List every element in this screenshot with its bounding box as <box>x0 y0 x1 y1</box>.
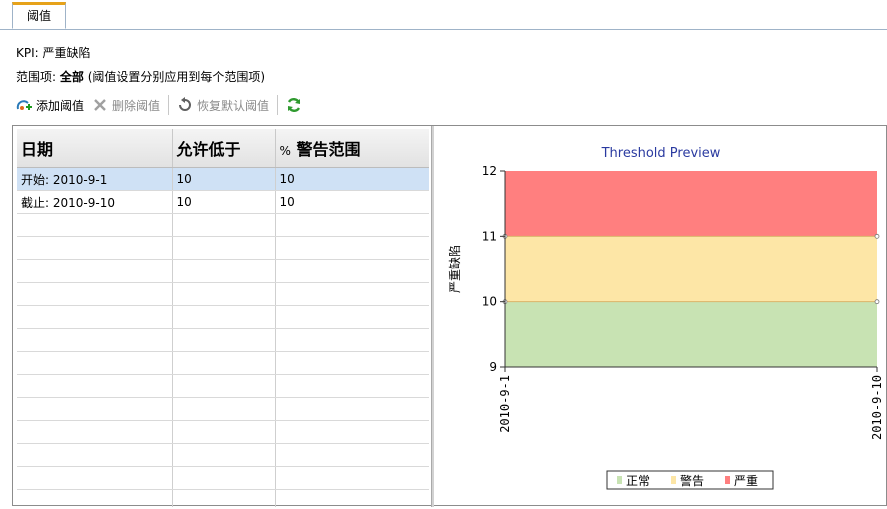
restore-default-label: 恢复默认阈值 <box>197 98 270 113</box>
y-axis-label: 严重缺陷 <box>447 245 462 293</box>
empty-row <box>17 282 429 306</box>
threshold-grid: 日期 允许低于 % 警告范围 开始: 2010-9-1 10 10 截止: 20… <box>17 129 429 507</box>
band-0 <box>505 301 877 367</box>
legend-label: 正常 <box>626 474 650 488</box>
tab-strip: 阈值 <box>0 0 887 30</box>
toolbar-separator <box>168 95 170 115</box>
tab-baseline <box>0 29 887 30</box>
scope-prefix: 范围项: <box>16 70 57 84</box>
toolbar-separator <box>277 95 279 115</box>
band-1 <box>505 236 877 302</box>
refresh-button[interactable] <box>286 97 306 113</box>
tab-threshold[interactable]: 阈值 <box>12 2 66 29</box>
y-tick-label: 11 <box>482 229 497 243</box>
table-header-row: 日期 允许低于 % 警告范围 <box>17 129 429 168</box>
empty-row <box>17 351 429 375</box>
empty-row <box>17 466 429 490</box>
data-point <box>874 299 880 305</box>
empty-row <box>17 213 429 237</box>
legend-swatch <box>725 476 730 484</box>
column-header-allow-below[interactable]: 允许低于 <box>172 129 276 168</box>
y-tick-label: 9 <box>489 360 497 374</box>
empty-row <box>17 305 429 329</box>
legend-label: 严重 <box>734 474 758 488</box>
add-threshold-label: 添加阈值 <box>36 98 85 113</box>
restore-default-button[interactable]: 恢复默认阈值 <box>177 97 269 114</box>
band-2 <box>505 171 877 237</box>
percent-sign: % <box>279 144 291 158</box>
cell-date[interactable]: 截止: 2010-9-10 <box>17 190 173 214</box>
cell-allow-below[interactable]: 10 <box>172 167 276 191</box>
warning-range-label: 警告范围 <box>296 140 361 159</box>
cell-date[interactable]: 开始: 2010-9-1 <box>17 167 173 191</box>
cell-allow-below[interactable]: 10 <box>172 190 276 214</box>
cell-warning-range[interactable]: 10 <box>275 190 429 214</box>
legend-swatch <box>671 476 676 484</box>
x-tick-label: 2010-9-10 <box>870 375 884 440</box>
empty-row <box>17 259 429 283</box>
column-header-warning-range[interactable]: % 警告范围 <box>275 129 429 168</box>
add-threshold-button[interactable]: 添加阈值 <box>16 97 84 114</box>
empty-row <box>17 443 429 467</box>
empty-row <box>17 397 429 421</box>
chart-svg: Threshold Preview 9 10 11 12 2010-9-1 2010-9-1… <box>447 146 884 490</box>
data-point <box>874 233 880 239</box>
delete-threshold-label: 删除阈值 <box>112 98 161 113</box>
empty-row <box>17 328 429 352</box>
y-tick-label: 12 <box>482 164 497 178</box>
y-tick-label: 10 <box>482 295 497 309</box>
scope-line: 范围项: 全部 (阈值设置分别应用到每个范围项) <box>16 68 265 85</box>
legend-swatch <box>617 476 622 484</box>
threshold-preview-chart: Threshold Preview 9 10 11 12 2010-9-1 2010-9-1… <box>431 125 887 506</box>
toolbar: 添加阈值 删除阈值 恢复默认阈值 <box>16 94 314 116</box>
chart-title: Threshold Preview <box>601 146 721 161</box>
cell-warning-range[interactable]: 10 <box>275 167 429 191</box>
empty-row <box>17 374 429 398</box>
add-threshold-icon <box>16 97 32 113</box>
table-row[interactable]: 截止: 2010-9-10 10 10 <box>17 190 429 214</box>
threshold-table: 日期 允许低于 % 警告范围 开始: 2010-9-1 10 10 截止: 20… <box>17 129 429 507</box>
restore-icon <box>177 97 193 113</box>
delete-icon <box>92 97 108 113</box>
table-row[interactable]: 开始: 2010-9-1 10 10 <box>17 167 429 191</box>
empty-row <box>17 420 429 444</box>
scope-note: (阈值设置分别应用到每个范围项) <box>87 70 266 84</box>
refresh-icon <box>286 97 302 113</box>
scope-value: 全部 <box>59 70 84 84</box>
empty-row <box>17 236 429 260</box>
column-header-date[interactable]: 日期 <box>17 129 173 168</box>
legend-label: 警告 <box>680 473 704 488</box>
delete-threshold-button[interactable]: 删除阈值 <box>92 97 160 114</box>
x-tick-label: 2010-9-1 <box>498 375 512 433</box>
kpi-label: KPI: 严重缺陷 <box>16 46 91 60</box>
empty-row <box>17 489 429 507</box>
